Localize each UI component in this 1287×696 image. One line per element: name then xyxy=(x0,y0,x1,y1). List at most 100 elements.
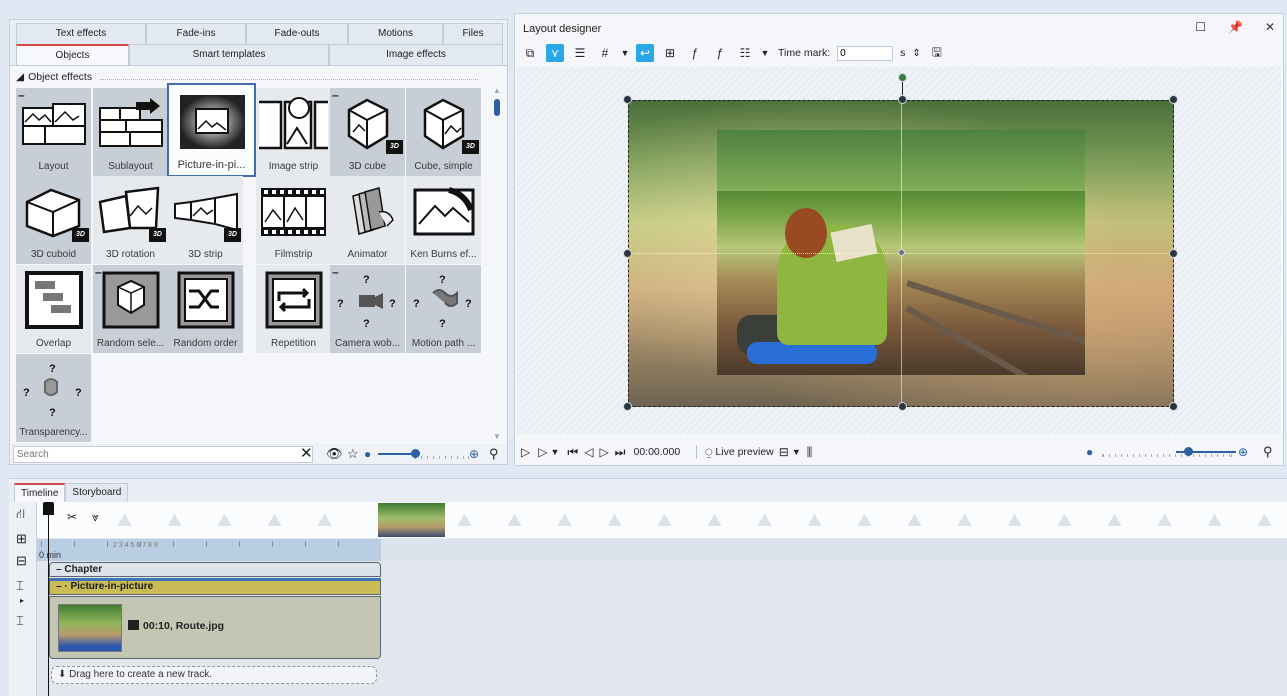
effect-tile-picture-in-picture[interactable]: Picture-in-pi... xyxy=(167,83,256,177)
effect-tile-3d-rotation[interactable]: 3D 3D rotation xyxy=(93,176,168,264)
timeline-area[interactable]: ✂ ⩔ ⛰ ⛰ ⛰ ⛰ ⛰ ⛰ ⛰ ⛰ ⛰ ⛰ ⛰ ⛰ ⛰ ⛰ ⛰ ⛰ ⛰ ⛰ … xyxy=(37,502,1287,696)
tab-text-effects[interactable]: Text effects xyxy=(16,23,146,44)
transition-icon[interactable]: ⩔ xyxy=(92,508,99,526)
chapter-track[interactable]: – Chapter xyxy=(49,562,381,577)
scroll-down-icon[interactable]: ▼ xyxy=(493,432,501,441)
keyframe-out-icon[interactable]: ƒ xyxy=(711,44,729,62)
tab-files[interactable]: Files xyxy=(443,23,503,44)
tab-image-effects[interactable]: Image effects xyxy=(329,44,503,65)
resize-handle-bottom-left[interactable] xyxy=(623,402,632,411)
thumbnail-size-slider[interactable]: ● ⊕ xyxy=(364,445,490,463)
effect-tile-sublayout[interactable]: Sublayout xyxy=(93,88,168,176)
scroll-up-icon[interactable]: ▲ xyxy=(493,86,501,95)
remove-track-icon[interactable]: ⊟ xyxy=(16,552,27,570)
magnifier-icon[interactable]: ⚲ xyxy=(489,445,499,463)
search-input[interactable] xyxy=(13,446,313,463)
tab-fade-ins[interactable]: Fade-ins xyxy=(146,23,246,44)
pin-icon[interactable]: 📌 xyxy=(1228,20,1243,34)
skip-start-icon[interactable]: ⏮ xyxy=(567,445,578,460)
time-mark-input[interactable] xyxy=(837,45,894,61)
resize-handle-top-left[interactable] xyxy=(623,95,632,104)
overview-strip[interactable]: ✂ ⩔ ⛰ ⛰ ⛰ ⛰ ⛰ ⛰ ⛰ ⛰ ⛰ ⛰ ⛰ ⛰ ⛰ ⛰ ⛰ ⛰ ⛰ ⛰ … xyxy=(37,502,1287,538)
image-thumbnail[interactable] xyxy=(58,604,122,652)
grid-dropdown-icon[interactable]: ▼ xyxy=(621,44,630,62)
step-back-icon[interactable]: ◁ xyxy=(584,445,593,459)
effect-tile-motion-path[interactable]: ? ? ? ? Motion path ... xyxy=(406,265,481,353)
section-header[interactable]: ◢ Object effects xyxy=(16,70,479,84)
effect-tile-random-order[interactable]: Random order xyxy=(168,265,243,353)
effect-tile-layout[interactable]: – Layout xyxy=(16,88,91,176)
scissors-icon[interactable]: ✂ xyxy=(67,508,77,526)
collapse-icon[interactable]: – xyxy=(56,564,62,575)
preview-screen-icon[interactable]: ⊟ xyxy=(779,445,789,459)
tab-objects[interactable]: Objects xyxy=(16,44,129,65)
tab-smart-templates[interactable]: Smart templates xyxy=(129,44,329,65)
playhead-line[interactable] xyxy=(48,502,49,696)
audio-level-icon[interactable]: ⫼ xyxy=(807,445,813,460)
skip-end-icon[interactable]: ⏭ xyxy=(615,445,626,460)
new-track-dropzone[interactable]: ⬇ Drag here to create a new track. xyxy=(51,666,377,684)
time-mark-stepper-icon[interactable]: ⇕ xyxy=(912,48,920,59)
center-handle[interactable] xyxy=(898,249,905,256)
image-object[interactable]: 00:10, Route.jpg xyxy=(49,596,381,659)
effect-tile-overlap[interactable]: Overlap xyxy=(16,265,91,353)
resize-handle-left[interactable] xyxy=(623,249,632,258)
curve-tool-icon[interactable]: ⋎ xyxy=(546,44,564,62)
select-object-icon[interactable]: ⧉ xyxy=(521,44,539,62)
play-from-icon[interactable]: ▷ xyxy=(538,445,547,459)
resize-handle-bottom-right[interactable] xyxy=(1169,402,1178,411)
step-forward-icon[interactable]: ▷ xyxy=(599,445,608,459)
eye-icon[interactable]: 👁 xyxy=(326,445,343,463)
lines-icon[interactable]: ☰ xyxy=(571,44,589,62)
fit-tracks-icon[interactable]: ⌶ xyxy=(16,612,24,630)
resize-handle-bottom[interactable] xyxy=(898,402,907,411)
add-track-icon[interactable]: ⊞ xyxy=(16,530,27,548)
expand-arrow-icon[interactable]: ▸ xyxy=(20,592,24,610)
resize-handle-top-right[interactable] xyxy=(1169,95,1178,104)
canvas-zoom-in-icon[interactable]: ⊕ xyxy=(1238,443,1248,461)
overview-thumbnail[interactable] xyxy=(378,503,445,537)
effect-tile-3d-strip[interactable]: 3D 3D strip xyxy=(168,176,243,264)
track-settings-icon[interactable]: ⛙ xyxy=(16,505,25,523)
effect-tile-ken-burns[interactable]: Ken Burns ef... xyxy=(406,176,481,264)
play-dropdown-icon[interactable]: ▼ xyxy=(550,447,559,457)
zoom-in-icon[interactable]: ⊕ xyxy=(469,445,479,463)
collapse-triangle-icon[interactable]: ◢ xyxy=(16,71,24,83)
live-preview-label[interactable]: Live preview xyxy=(715,446,773,458)
grid-icon[interactable]: # xyxy=(596,44,614,62)
effect-tile-3d-cuboid[interactable]: 3D 3D cuboid xyxy=(16,176,91,264)
picture-in-picture-track[interactable]: – · Picture-in-picture xyxy=(49,578,381,595)
live-preview-icon[interactable]: ⍜ xyxy=(705,445,712,460)
effect-tile-random-selection[interactable]: – Random sele... xyxy=(93,265,168,353)
time-ruler[interactable]: 2 3 4 5 6 7 8 9 0 min xyxy=(37,539,381,561)
canvas-zoom-slider[interactable]: ● ⊕ xyxy=(1086,443,1256,461)
canvas-zoom-out-icon[interactable]: ● xyxy=(1086,443,1093,461)
preview-dropdown-icon[interactable]: ▼ xyxy=(792,447,801,457)
effect-tile-animator[interactable]: Animator xyxy=(330,176,405,264)
frame-icon[interactable]: ⊞ xyxy=(661,44,679,62)
slider-knob[interactable] xyxy=(1184,447,1193,456)
effect-tile-filmstrip[interactable]: Filmstrip xyxy=(256,176,331,264)
scroll-thumb[interactable] xyxy=(494,99,500,116)
save-icon[interactable]: 🖫 xyxy=(928,44,946,62)
align-dropdown-icon[interactable]: ▼ xyxy=(761,44,770,62)
keyframe-in-icon[interactable]: ƒ xyxy=(686,44,704,62)
effect-tile-transparency[interactable]: ? ? ? ? Transparency... xyxy=(16,354,91,442)
tab-timeline[interactable]: Timeline xyxy=(14,483,66,502)
align-list-icon[interactable]: ☷ xyxy=(736,44,754,62)
slider-knob[interactable] xyxy=(411,449,420,458)
playhead-marker[interactable] xyxy=(43,502,54,515)
rotation-handle[interactable] xyxy=(898,73,907,82)
star-icon[interactable]: ☆ xyxy=(347,445,359,463)
effect-tile-cube-simple[interactable]: 3D Cube, simple xyxy=(406,88,481,176)
clear-search-icon[interactable]: ✕ xyxy=(300,445,313,463)
tab-fade-outs[interactable]: Fade-outs xyxy=(246,23,348,44)
canvas-magnifier-icon[interactable]: ⚲ xyxy=(1263,443,1273,461)
effect-tile-repetition[interactable]: Repetition xyxy=(256,265,331,353)
play-icon[interactable]: ▷ xyxy=(521,445,530,459)
effect-tile-image-strip[interactable]: Image strip xyxy=(256,88,331,176)
tab-motions[interactable]: Motions xyxy=(348,23,443,44)
resize-handle-right[interactable] xyxy=(1169,249,1178,258)
snap-icon[interactable]: ↩ xyxy=(636,44,654,62)
collapse-icon[interactable]: – · xyxy=(56,581,68,592)
